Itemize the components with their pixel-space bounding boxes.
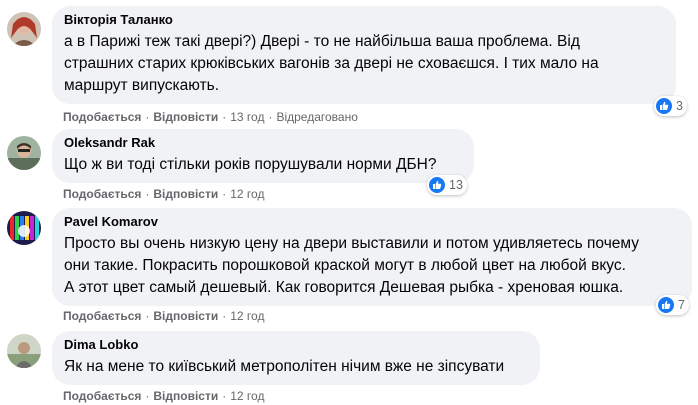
- comment-bubble: Вікторія Таланко а в Парижі теж такі две…: [52, 6, 676, 104]
- comment-text-line: Що ж ви тоді стільки років порушували но…: [64, 156, 437, 173]
- like-link[interactable]: Подобається: [63, 309, 141, 323]
- avatar[interactable]: [7, 211, 41, 245]
- comment-text-line: Просто вы очень низкую цену на двери выс…: [64, 235, 639, 252]
- avatar[interactable]: [7, 12, 41, 46]
- separator-dot: ·: [268, 110, 273, 124]
- thumbs-up-icon: [658, 297, 674, 313]
- separator-dot: ·: [222, 110, 227, 124]
- separator-dot: ·: [222, 187, 227, 201]
- reaction-count-value: 3: [676, 99, 683, 113]
- reply-link[interactable]: Відповісти: [153, 389, 218, 403]
- reaction-count-value: 7: [678, 298, 685, 312]
- separator-dot: ·: [145, 309, 150, 323]
- comment-time[interactable]: 12 год: [230, 187, 264, 201]
- comment-author[interactable]: Dima Lobko: [64, 337, 528, 353]
- separator-dot: ·: [222, 389, 227, 403]
- comment-actions: Подобається · Відповісти · 12 год: [63, 308, 264, 324]
- comment-text-line: они такие. Покрасить порошковой краской …: [64, 257, 626, 274]
- comment-time[interactable]: 13 год: [230, 110, 264, 124]
- thumbs-up-icon: [656, 98, 672, 114]
- separator-dot: ·: [145, 187, 150, 201]
- comment-actions: Подобається · Відповісти · 12 год: [63, 388, 264, 404]
- comment-bubble: Oleksandr Rak Що ж ви тоді стільки років…: [52, 129, 474, 183]
- reaction-count-value: 13: [449, 178, 463, 192]
- comment-author[interactable]: Pavel Komarov: [64, 214, 680, 230]
- comment-actions: Подобається · Відповісти · 13 год · Відредагов…: [63, 109, 358, 125]
- comment-time[interactable]: 12 год: [230, 389, 264, 403]
- comment-actions: Подобається · Відповісти · 12 год: [63, 186, 264, 202]
- thumbs-up-icon: [429, 177, 445, 193]
- separator-dot: ·: [145, 110, 150, 124]
- comment-bubble: Dima Lobko Як на мене то київський метро…: [52, 331, 540, 385]
- reaction-count[interactable]: 7: [656, 295, 689, 315]
- reply-link[interactable]: Відповісти: [153, 110, 218, 124]
- separator-dot: ·: [222, 309, 227, 323]
- comment-author[interactable]: Oleksandr Rak: [64, 135, 462, 151]
- comment-time[interactable]: 12 год: [230, 309, 264, 323]
- like-link[interactable]: Подобається: [63, 389, 141, 403]
- comment-text-line: Як на мене то київський метрополітен ніч…: [64, 358, 505, 375]
- reaction-count[interactable]: 3: [654, 96, 687, 116]
- separator-dot: ·: [145, 389, 150, 403]
- comment-author[interactable]: Вікторія Таланко: [64, 12, 664, 28]
- comment-bubble: Pavel Komarov Просто вы очень низкую цен…: [52, 208, 692, 306]
- avatar[interactable]: [7, 136, 41, 170]
- avatar[interactable]: [7, 334, 41, 368]
- reply-link[interactable]: Відповісти: [153, 309, 218, 323]
- comment-text-line: маршрут випускають.: [64, 77, 220, 94]
- comment-text-line: А этот цвет самый дешевый. Как говорится…: [64, 279, 624, 296]
- edited-label: Відредаговано: [276, 110, 358, 124]
- like-link[interactable]: Подобається: [63, 187, 141, 201]
- comment-text-line: а в Парижі теж такі двері?) Двері - то н…: [64, 33, 580, 50]
- comment-text-line: страшних старих крюківських вагонів за д…: [64, 55, 599, 72]
- reply-link[interactable]: Відповісти: [153, 187, 218, 201]
- reaction-count[interactable]: 13: [427, 175, 467, 195]
- like-link[interactable]: Подобається: [63, 110, 141, 124]
